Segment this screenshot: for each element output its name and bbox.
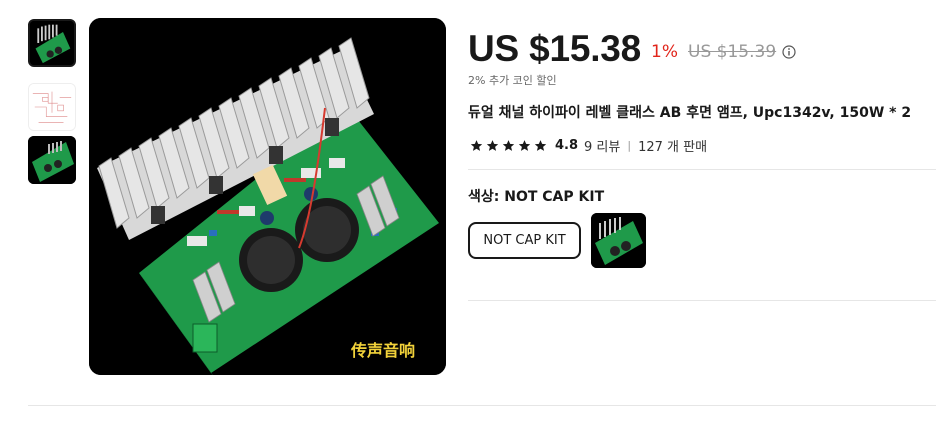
amplifier-board-image: 传声音响: [89, 18, 446, 375]
color-label: 색상: NOT CAP KIT: [468, 189, 605, 205]
coin-discount-note: 2% 추가 코인 할인: [468, 74, 557, 87]
info-icon[interactable]: [782, 45, 796, 59]
divider: [28, 405, 936, 406]
option-not-cap-kit-button[interactable]: NOT CAP KIT: [468, 222, 581, 259]
rating-row: 4.8 9 리뷰 | 127 개 판매: [470, 136, 707, 155]
product-title: 듀얼 채널 하이파이 레벨 클래스 AB 후면 앰프, Upc1342v, 15…: [468, 105, 912, 121]
star-rating: [470, 139, 547, 152]
divider: [468, 300, 936, 301]
separator: |: [627, 139, 632, 152]
discount-percent: 1%: [651, 42, 679, 62]
thumbnail-board-image: [28, 136, 76, 184]
original-price: US $15.39: [688, 42, 777, 62]
reviews-link[interactable]: 9 리뷰: [584, 136, 620, 155]
thumbnail-1[interactable]: [28, 19, 76, 67]
current-price: US $15.38: [468, 28, 642, 69]
thumbnail-schematic-image: [29, 84, 75, 130]
thumbnail-3[interactable]: [28, 136, 76, 184]
swatch-board-image: [591, 213, 646, 268]
star-icon: [486, 140, 499, 151]
main-product-image[interactable]: 传声音响: [89, 18, 446, 375]
option-image-swatch[interactable]: [591, 213, 646, 268]
rating-value: 4.8: [555, 138, 579, 153]
thumbnail-board-image: [30, 21, 74, 65]
sold-count: 127 개 판매: [638, 140, 708, 155]
star-icon: [502, 140, 515, 151]
watermark-caption: 传声音响: [350, 341, 415, 360]
star-icon: [534, 140, 547, 151]
star-icon: [518, 140, 531, 151]
divider: [468, 169, 936, 170]
price-row: US $15.38 1% US $15.39: [468, 28, 796, 70]
star-icon: [470, 140, 483, 151]
thumbnail-2[interactable]: [28, 83, 76, 131]
